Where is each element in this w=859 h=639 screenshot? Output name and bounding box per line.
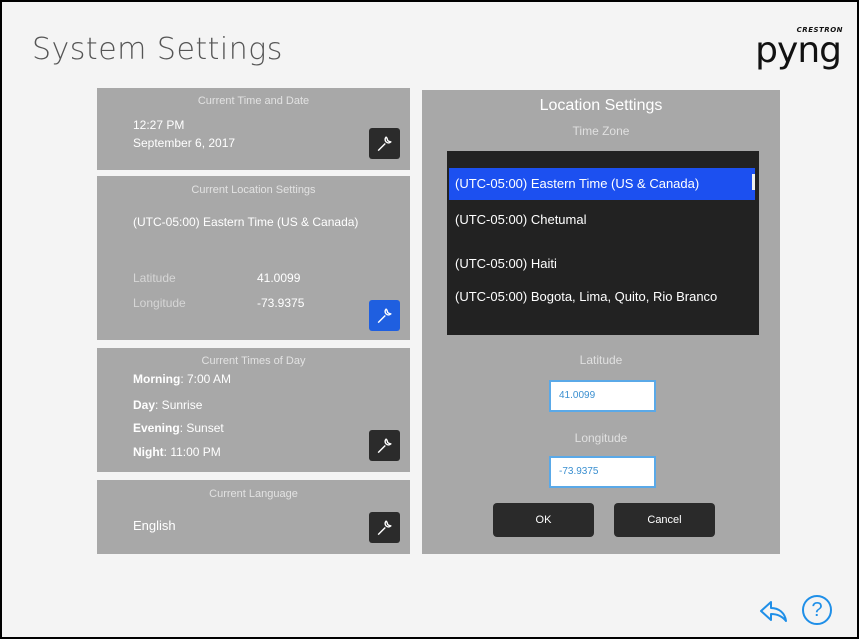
panel-longitude-label: Longitude: [574, 431, 628, 445]
wrench-icon: [377, 308, 392, 324]
edit-time-button[interactable]: [369, 128, 400, 159]
panel-title: Location Settings: [539, 97, 663, 114]
times-row-value: : Sunrise: [155, 398, 203, 412]
current-language: English: [133, 518, 176, 533]
times-row-value: : Sunset: [179, 421, 224, 435]
longitude-value: -73.9375: [257, 296, 305, 310]
wrench-icon: [377, 520, 392, 536]
list-scrollbar[interactable]: [752, 174, 755, 190]
location-card: Current Location Settings (UTC-05:00) Ea…: [97, 176, 410, 340]
help-button[interactable]: ?: [802, 595, 832, 625]
latitude-label: Latitude: [133, 271, 176, 285]
language-heading: Current Language: [209, 488, 298, 500]
back-arrow-icon: [760, 601, 787, 622]
current-date: September 6, 2017: [133, 136, 236, 150]
logo-name: pyng: [755, 30, 842, 71]
times-row-morning: Morning: 7:00 AM: [133, 372, 231, 386]
logo: CRESTRON pyng: [743, 26, 843, 76]
wrench-icon: [377, 136, 392, 152]
help-icon: ?: [811, 599, 823, 621]
edit-language-button[interactable]: [369, 512, 400, 543]
panel-latitude-label: Latitude: [579, 353, 623, 367]
page-title: System Settings: [32, 32, 283, 67]
timezone-option[interactable]: (UTC-05:00) Bogota, Lima, Quito, Rio Bra…: [449, 288, 755, 305]
edit-location-button[interactable]: [369, 300, 400, 331]
edit-times-button[interactable]: [369, 430, 400, 461]
back-button[interactable]: [759, 599, 789, 625]
times-row-label: Night: [133, 445, 164, 459]
times-row-night: Night: 11:00 PM: [133, 445, 221, 459]
language-card: Current Language English: [97, 480, 410, 554]
timezone-option[interactable]: (UTC-05:00) Haiti: [449, 255, 755, 272]
times-row-value: : 7:00 AM: [180, 372, 232, 386]
latitude-value: 41.0099: [257, 271, 301, 285]
times-row-label: Evening: [133, 421, 180, 435]
location-heading: Current Location Settings: [191, 184, 316, 196]
times-row-value: : 11:00 PM: [163, 445, 221, 459]
ok-button[interactable]: OK: [493, 503, 594, 537]
timezone-option-selected[interactable]: (UTC-05:00) Eastern Time (US & Canada): [449, 168, 755, 200]
timezone-list[interactable]: (UTC-05:00) Eastern Time (US & Canada) (…: [447, 151, 759, 335]
times-row-label: Morning: [133, 372, 181, 386]
timezone-option[interactable]: (UTC-05:00) Chetumal: [449, 211, 755, 228]
app-screen: System Settings CRESTRON pyng Current Ti…: [2, 2, 857, 637]
cancel-button[interactable]: Cancel: [614, 503, 715, 537]
times-row-label: Day: [133, 398, 156, 412]
location-timezone: (UTC-05:00) Eastern Time (US & Canada): [133, 215, 359, 229]
longitude-label: Longitude: [133, 296, 186, 310]
current-time: 12:27 PM: [133, 118, 185, 132]
time-date-heading: Current Time and Date: [197, 95, 310, 107]
times-row-day: Day: Sunrise: [133, 398, 202, 412]
times-of-day-card: Current Times of Day Morning: 7:00 AM Da…: [97, 348, 410, 472]
time-date-card: Current Time and Date 12:27 PM September…: [97, 88, 410, 170]
wrench-icon: [377, 438, 392, 454]
longitude-input[interactable]: -73.9375: [549, 456, 656, 488]
times-row-evening: Evening: Sunset: [133, 421, 224, 435]
timezone-label: Time Zone: [572, 124, 630, 138]
times-heading: Current Times of Day: [201, 355, 306, 367]
location-settings-panel: Location Settings Time Zone (UTC-05:00) …: [422, 90, 780, 554]
latitude-input[interactable]: 41.0099: [549, 380, 656, 412]
